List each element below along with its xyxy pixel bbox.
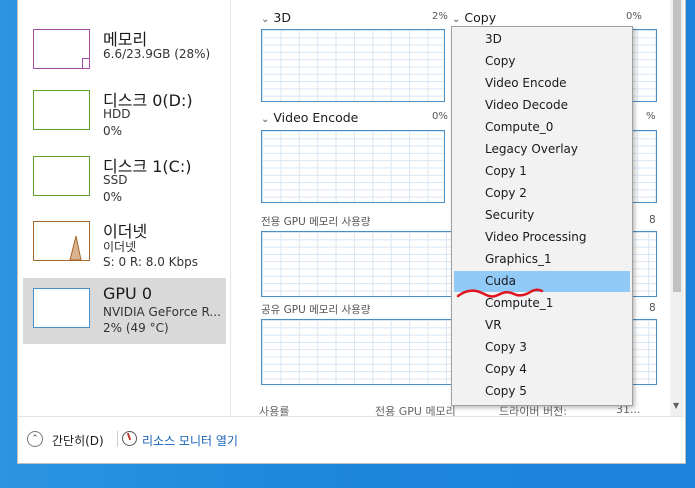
footer-separator <box>117 431 118 447</box>
sidebar-item-memory[interactable]: 메모리 6.6/23.9GB (28%) <box>23 23 226 89</box>
chevron-down-icon: ⌄ <box>452 14 461 25</box>
ethernet-activity-graph <box>69 235 82 260</box>
sidebar-item-title: GPU 0 <box>103 284 153 303</box>
engine-name: Copy <box>464 10 497 25</box>
dropdown-option[interactable]: Copy 2 <box>454 183 630 204</box>
footer-bar: ⌃ 간단히(D) 리소스 모니터 열기 <box>18 416 684 464</box>
memory-thumbnail <box>33 29 90 69</box>
dropdown-option[interactable]: Graphics_1 <box>454 249 630 270</box>
sidebar-item-adapter: 이더넷 <box>103 240 137 254</box>
engine-selector-copy[interactable]: ⌄ Copy <box>452 10 496 25</box>
dropdown-option[interactable]: Copy 4 <box>454 359 630 380</box>
engine-percent: % <box>646 111 656 122</box>
sidebar-item-gpu-0[interactable]: GPU 0 NVIDIA GeForce R... 2% (49 °C) <box>23 278 226 344</box>
dropdown-option[interactable]: Copy 1 <box>454 161 630 182</box>
scrollbar-thumb[interactable] <box>673 0 681 292</box>
sidebar-item-ethernet[interactable]: 이더넷 이더넷 S: 0 R: 8.0 Kbps <box>23 215 226 281</box>
engine-dropdown-menu: 3D Copy Video Encode Video Decode Comput… <box>451 26 633 406</box>
engine-percent: 0% <box>432 111 448 122</box>
sidebar-item-throughput: S: 0 R: 8.0 Kbps <box>103 255 199 269</box>
engine-percent: 0% <box>626 11 642 22</box>
dropdown-option[interactable]: Compute_0 <box>454 117 630 138</box>
sidebar-item-type: SSD <box>103 173 128 187</box>
dropdown-option[interactable]: Security <box>454 205 630 226</box>
engine-percent: 2% <box>432 11 448 22</box>
vertical-scrollbar[interactable]: ▼ <box>670 0 684 416</box>
sidebar-item-type: HDD <box>103 107 131 121</box>
dropdown-option[interactable]: Copy 3 <box>454 337 630 358</box>
sidebar-item-usage: 2% (49 °C) <box>103 321 169 335</box>
sidebar-item-disk-1[interactable]: 디스크 1(C:) SSD 0% <box>23 150 226 216</box>
dropdown-option[interactable]: Legacy Overlay <box>454 139 630 160</box>
dedicated-memory-max: 8 <box>649 214 656 226</box>
chevron-down-icon: ⌄ <box>261 114 270 125</box>
disk-0-thumbnail <box>33 90 90 130</box>
disk-1-thumbnail <box>33 156 90 196</box>
dropdown-option[interactable]: Video Encode <box>454 73 630 94</box>
engine-name: 3D <box>273 10 291 25</box>
red-underline-annotation <box>456 288 544 298</box>
scroll-down-arrow-icon[interactable]: ▼ <box>673 401 679 410</box>
dropdown-option[interactable]: VR <box>454 315 630 336</box>
engine-graph-3d <box>261 29 445 102</box>
ethernet-thumbnail <box>33 221 90 261</box>
dropdown-option[interactable]: Video Decode <box>454 95 630 116</box>
sidebar-item-model: NVIDIA GeForce R... <box>103 305 221 319</box>
dropdown-option[interactable]: Copy <box>454 51 630 72</box>
collapse-chevron-up-icon[interactable]: ⌃ <box>27 431 43 447</box>
engine-name: Video Encode <box>273 110 359 125</box>
shared-memory-label: 공유 GPU 메모리 사용량 <box>261 304 371 316</box>
dropdown-option[interactable]: Copy 5 <box>454 381 630 402</box>
collapse-button[interactable]: 간단히(D) <box>52 432 104 449</box>
engine-selector-3d[interactable]: ⌄ 3D <box>261 10 291 25</box>
sidebar-item-detail: 6.6/23.9GB (28%) <box>103 47 211 61</box>
resource-monitor-icon[interactable] <box>122 431 137 446</box>
dedicated-memory-label: 전용 GPU 메모리 사용량 <box>261 216 371 228</box>
dropdown-option[interactable]: 3D <box>454 29 630 50</box>
sidebar-item-cpu[interactable] <box>23 0 226 8</box>
engine-selector-video-encode[interactable]: ⌄ Video Encode <box>261 110 358 125</box>
chevron-down-icon: ⌄ <box>261 14 270 25</box>
sidebar-item-usage: 0% <box>103 190 123 204</box>
sidebar-item-usage: 0% <box>103 124 123 138</box>
shared-memory-max: 8 <box>649 302 656 314</box>
dropdown-option[interactable]: Video Processing <box>454 227 630 248</box>
sidebar-item-disk-0[interactable]: 디스크 0(D:) HDD 0% <box>23 84 226 150</box>
performance-sidebar: 메모리 6.6/23.9GB (28%) 디스크 0(D:) HDD 0% 디스… <box>18 0 231 416</box>
engine-graph-video-encode <box>261 130 445 203</box>
gpu-thumbnail <box>33 288 90 328</box>
resource-monitor-link[interactable]: 리소스 모니터 열기 <box>142 432 238 449</box>
